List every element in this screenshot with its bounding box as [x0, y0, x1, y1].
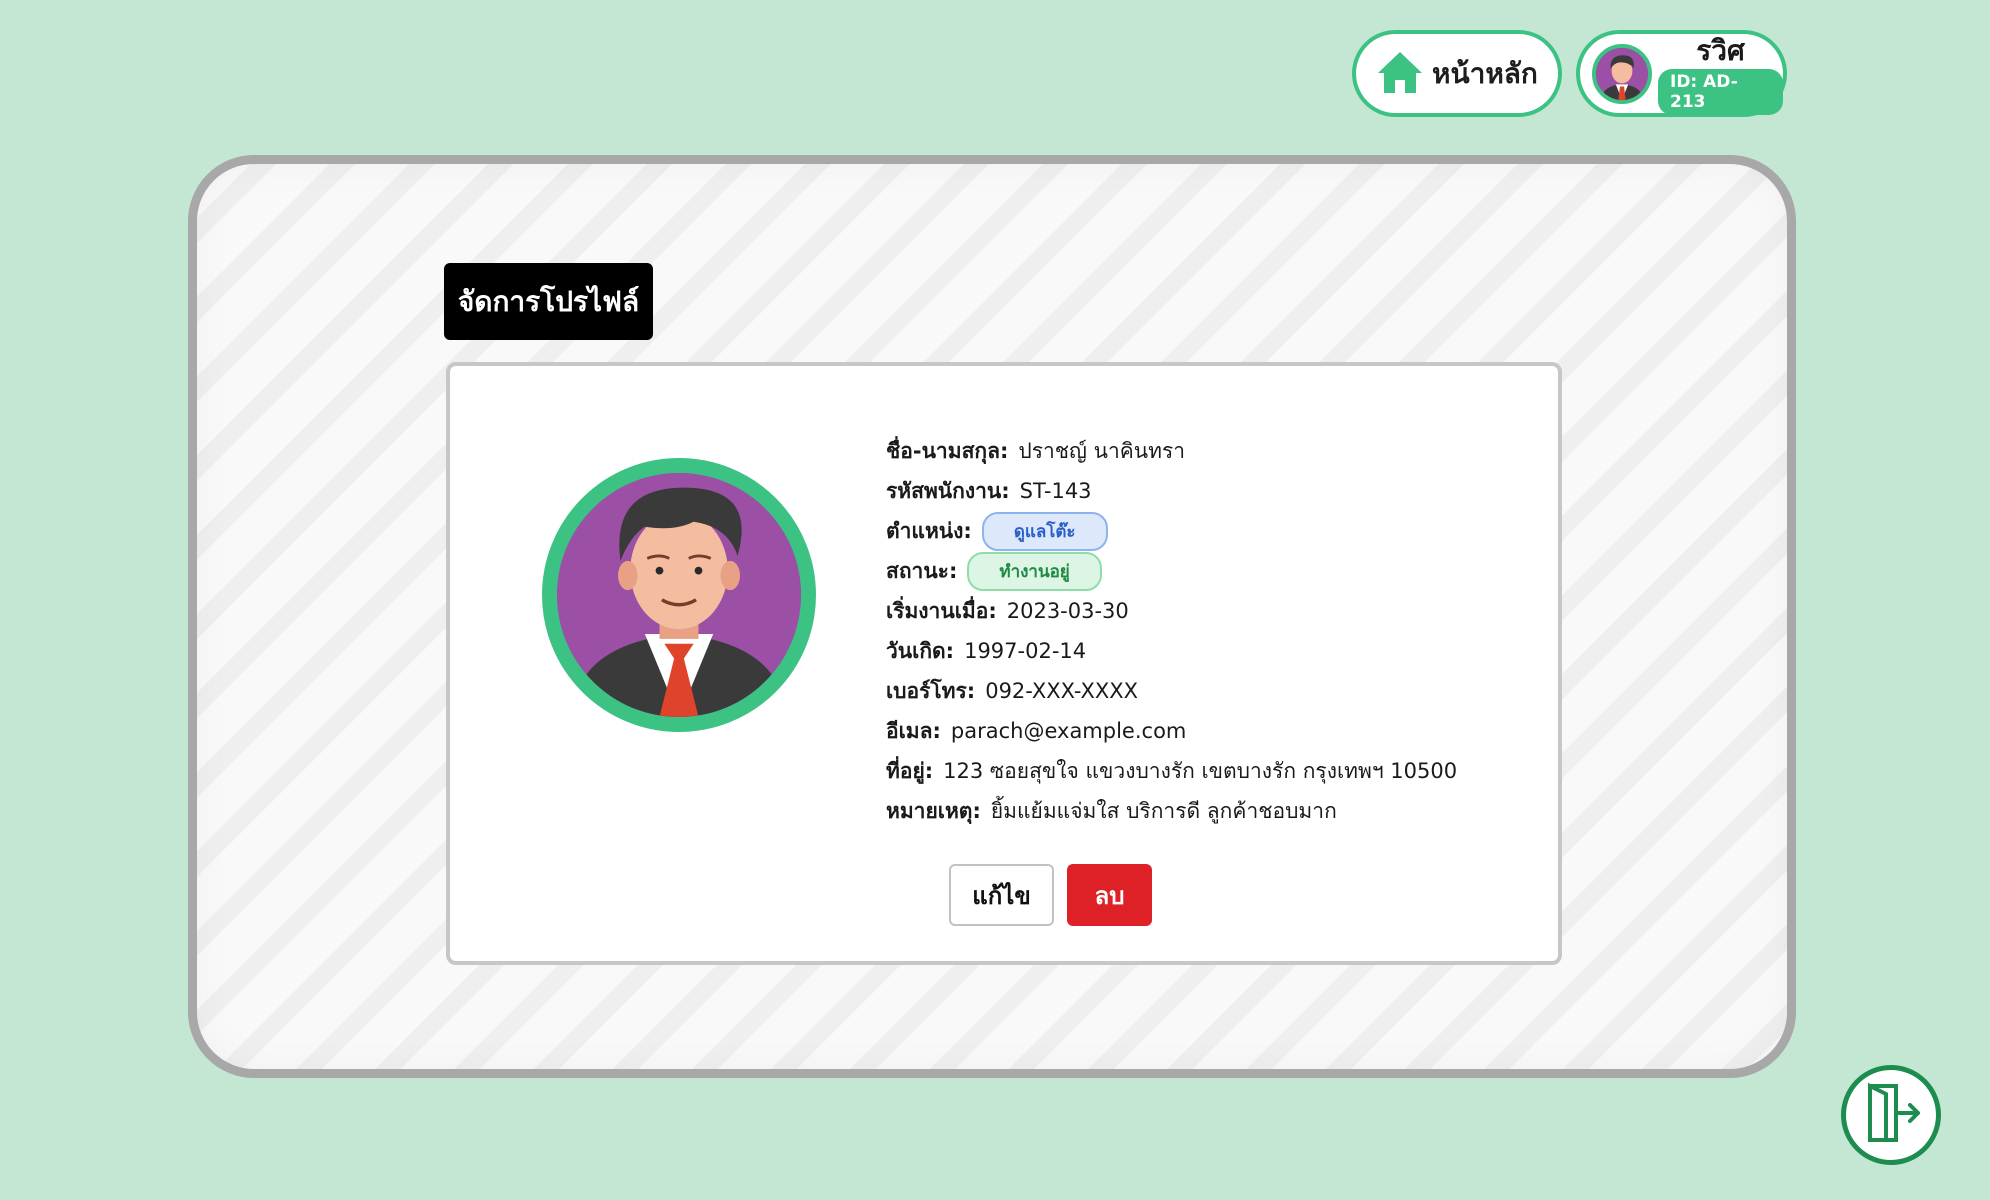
- user-name: รวิศ: [1696, 33, 1745, 67]
- code-row: รหัสพนักงาน: ST-143: [886, 471, 1457, 511]
- code-label: รหัสพนักงาน:: [886, 478, 1010, 503]
- user-profile-button[interactable]: รวิศ ID: AD-213: [1576, 30, 1787, 117]
- logout-button[interactable]: [1841, 1065, 1941, 1165]
- phone-value: 092-XXX-XXXX: [985, 679, 1139, 703]
- user-avatar: [1592, 43, 1652, 104]
- home-button[interactable]: หน้าหลัก: [1352, 30, 1562, 117]
- note-value: ยิ้มแย้มแจ่มใส บริการดี ลูกค้าชอบมาก: [990, 798, 1337, 823]
- start-label: เริ่มงานเมื่อ:: [886, 598, 997, 623]
- profile-avatar: [542, 458, 816, 732]
- birth-value: 1997-02-14: [964, 639, 1087, 663]
- name-row: ชื่อ-นามสกุล: ปราชญ์ นาคินทรา: [886, 431, 1457, 471]
- profile-info: ชื่อ-นามสกุล: ปราชญ์ นาคินทรา รหัสพนักงา…: [886, 431, 1457, 831]
- address-row: ที่อยู่: 123 ซอยสุขใจ แขวงบางรัก เขตบางร…: [886, 751, 1457, 791]
- birth-label: วันเกิด:: [886, 638, 955, 663]
- address-label: ที่อยู่:: [886, 758, 934, 783]
- edit-button[interactable]: แก้ไข: [949, 864, 1054, 926]
- position-row: ตำแหน่ง: ดูแลโต๊ะ: [886, 511, 1457, 551]
- status-label: สถานะ:: [886, 558, 958, 583]
- home-icon: [1376, 49, 1424, 99]
- home-label: หน้าหลัก: [1432, 56, 1538, 90]
- delete-button[interactable]: ลบ: [1067, 864, 1152, 926]
- note-label: หมายเหตุ:: [886, 798, 981, 823]
- note-row: หมายเหตุ: ยิ้มแย้มแจ่มใส บริการดี ลูกค้า…: [886, 791, 1457, 831]
- birth-row: วันเกิด: 1997-02-14: [886, 631, 1457, 671]
- name-label: ชื่อ-นามสกุล:: [886, 438, 1009, 463]
- phone-label: เบอร์โทร:: [886, 678, 976, 703]
- phone-row: เบอร์โทร: 092-XXX-XXXX: [886, 671, 1457, 711]
- user-id-badge: ID: AD-213: [1658, 68, 1783, 115]
- status-row: สถานะ: ทำงานอยู่: [886, 551, 1457, 591]
- logout-icon: [1860, 1082, 1922, 1148]
- start-value: 2023-03-30: [1006, 599, 1129, 623]
- email-row: อีเมล: parach@example.com: [886, 711, 1457, 751]
- top-nav: หน้าหลัก รวิศ ID: AD-213: [1352, 30, 1787, 117]
- code-value: ST-143: [1019, 479, 1092, 503]
- address-value: 123 ซอยสุขใจ แขวงบางรัก เขตบางรัก กรุงเท…: [943, 758, 1458, 783]
- page-title: จัดการโปรไฟล์: [444, 263, 653, 340]
- position-badge: ดูแลโต๊ะ: [981, 511, 1108, 551]
- email-value: parach@example.com: [950, 719, 1187, 743]
- start-row: เริ่มงานเมื่อ: 2023-03-30: [886, 591, 1457, 631]
- name-value: ปราชญ์ นาคินทรา: [1018, 438, 1186, 463]
- position-label: ตำแหน่ง:: [886, 518, 972, 543]
- email-label: อีเมล:: [886, 718, 941, 743]
- status-badge: ทำงานอยู่: [967, 551, 1102, 591]
